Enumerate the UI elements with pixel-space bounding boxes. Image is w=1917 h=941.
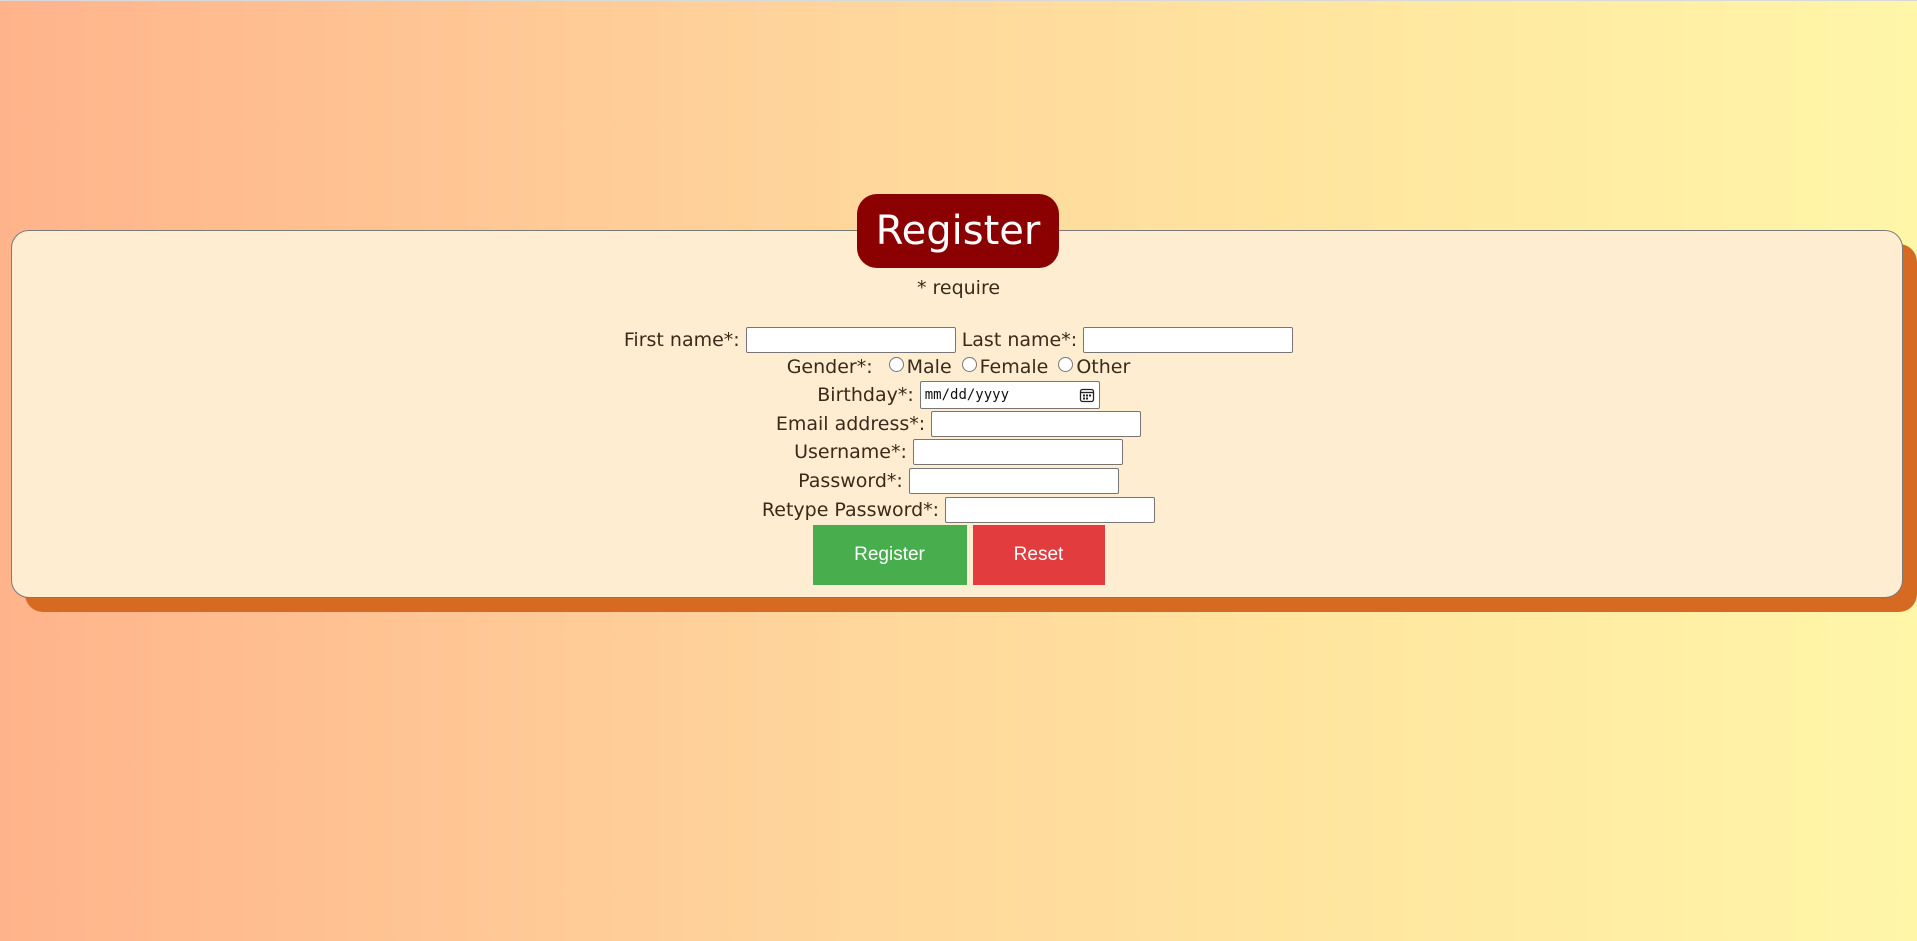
password-row: Password*: xyxy=(0,468,1917,494)
birthday-date-input[interactable]: mm/dd/yyyy xyxy=(919,381,1100,409)
gender-label: Gender*: xyxy=(786,356,873,378)
name-row: First name*: Last name*: xyxy=(0,327,1917,353)
last-name-label: Last name*: xyxy=(961,329,1078,351)
username-input[interactable] xyxy=(912,439,1123,465)
gender-female-label: Female xyxy=(979,356,1049,378)
gender-male-radio[interactable] xyxy=(888,356,904,372)
username-label: Username*: xyxy=(794,441,907,463)
first-name-input[interactable] xyxy=(745,327,956,353)
retype-password-input[interactable] xyxy=(945,497,1156,523)
top-border xyxy=(0,0,1917,1)
gender-female-radio[interactable] xyxy=(961,356,977,372)
gender-other-label: Other xyxy=(1076,356,1131,378)
page-title: Register xyxy=(857,194,1059,268)
username-row: Username*: xyxy=(0,439,1917,465)
password-label: Password*: xyxy=(798,470,903,492)
reset-button[interactable]: Reset xyxy=(972,525,1105,585)
password-input[interactable] xyxy=(908,468,1119,494)
email-row: Email address*: xyxy=(0,411,1917,437)
first-name-label: First name*: xyxy=(623,329,740,351)
birthday-placeholder: mm/dd/yyyy xyxy=(924,387,1010,403)
birthday-label: Birthday*: xyxy=(817,384,914,406)
email-input[interactable] xyxy=(931,411,1142,437)
retype-password-row: Retype Password*: xyxy=(0,497,1917,523)
birthday-row: Birthday*: mm/dd/yyyy xyxy=(0,381,1917,409)
last-name-input[interactable] xyxy=(1083,327,1294,353)
register-button[interactable]: Register xyxy=(812,525,967,585)
gender-male-label: Male xyxy=(906,356,952,378)
email-label: Email address*: xyxy=(775,413,926,435)
retype-password-label: Retype Password*: xyxy=(761,499,940,521)
required-note: * require xyxy=(916,277,1001,299)
button-row: Register Reset xyxy=(0,525,1917,585)
gender-other-radio[interactable] xyxy=(1058,356,1074,372)
calendar-icon[interactable] xyxy=(1079,387,1095,403)
gender-row: Gender*: Male Female Other xyxy=(0,356,1917,378)
